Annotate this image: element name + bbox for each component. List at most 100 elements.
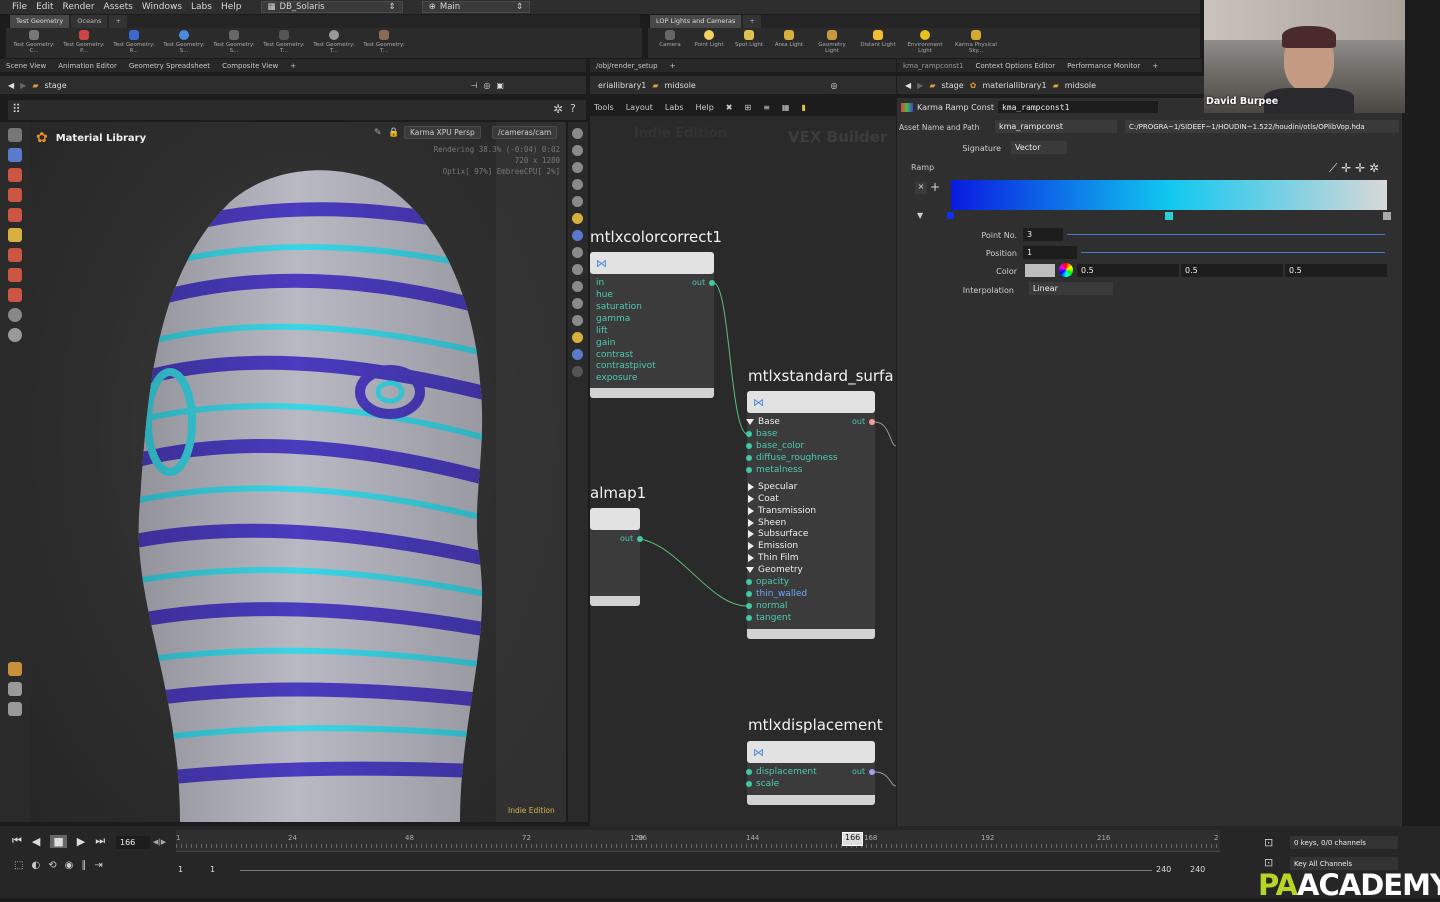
- add-tab-icon[interactable]: +: [743, 15, 761, 28]
- shelf-tool-distant-light[interactable]: Distant Light: [858, 28, 898, 58]
- shelf-tool-sky[interactable]: Karma Physical Sky...: [952, 28, 1000, 58]
- node-header[interactable]: ⋈: [747, 741, 875, 763]
- path-stage[interactable]: stage: [44, 81, 464, 90]
- tree-icon[interactable]: ⊞: [744, 103, 751, 112]
- tab-animation-editor[interactable]: Animation Editor: [58, 62, 117, 70]
- shelf-tool-env-light[interactable]: Environment Light: [904, 28, 946, 58]
- play-icon[interactable]: ▶: [77, 835, 85, 848]
- camera-tool-icon[interactable]: [8, 328, 22, 342]
- lock-icon[interactable]: 🔒: [388, 128, 399, 138]
- sticky-icon[interactable]: ▮: [801, 103, 805, 112]
- remove-point-icon[interactable]: ×: [915, 182, 927, 194]
- node-header[interactable]: [590, 508, 640, 530]
- skip-start-icon[interactable]: ⏮: [12, 834, 22, 848]
- color-swatch[interactable]: [1025, 264, 1055, 277]
- step-back-icon[interactable]: ◀: [32, 835, 40, 848]
- ramp-edit-icons[interactable]: ⟋ ✛ ✛ ✲: [1329, 161, 1379, 176]
- asset-name-select[interactable]: kma_rampconst: [995, 120, 1117, 133]
- path-midsole[interactable]: midsole: [1065, 81, 1096, 90]
- port-hue[interactable]: hue: [596, 290, 613, 300]
- color-b-field[interactable]: 0.5: [1285, 264, 1387, 277]
- realtime-icon[interactable]: ◉: [65, 860, 74, 871]
- camera-lock-icon[interactable]: [572, 230, 583, 241]
- node-title-displacement[interactable]: mtlxdisplacement: [748, 716, 883, 734]
- port-gamma[interactable]: gamma: [596, 314, 630, 324]
- path-matlib[interactable]: materiallibrary1: [982, 81, 1046, 90]
- timeline-ruler[interactable]: 1 24 48 72 96 120 144 168 192 216 2 166: [176, 830, 1220, 852]
- light-toggle-icon[interactable]: [572, 179, 583, 190]
- tab-network[interactable]: /obj/render_setup: [596, 62, 658, 70]
- cursor-icon[interactable]: ⬚: [14, 860, 23, 871]
- point-no-slider[interactable]: [1067, 234, 1385, 235]
- tab-scene-view[interactable]: Scene View: [6, 62, 46, 70]
- position-slider[interactable]: [1081, 252, 1385, 253]
- rotate-icon[interactable]: [8, 188, 22, 202]
- section-subsurface[interactable]: Subsurface: [748, 529, 808, 539]
- path-matlib[interactable]: eriallibrary1: [598, 81, 646, 90]
- color-icon[interactable]: [572, 332, 583, 343]
- add-point-icon[interactable]: +: [930, 180, 940, 194]
- shelf-tool-area-light[interactable]: Area Light: [772, 28, 806, 58]
- menu-layout[interactable]: Layout: [626, 103, 653, 112]
- layout-icon[interactable]: ▣: [496, 81, 504, 90]
- tab-context-options[interactable]: Context Options Editor: [976, 62, 1056, 70]
- ramp-key-3[interactable]: [1383, 212, 1391, 220]
- add-tab-icon[interactable]: +: [670, 62, 676, 70]
- add-tab-icon[interactable]: +: [1152, 62, 1158, 70]
- network-editor[interactable]: Indie Edition VEX Builder mtlxcolorcorre…: [590, 116, 896, 826]
- shelf-tool[interactable]: Test Geometry: C...: [12, 28, 56, 58]
- flip-icon[interactable]: [572, 298, 583, 309]
- shelf-tool[interactable]: Test Geometry: T...: [262, 28, 306, 58]
- shelf-tool[interactable]: Test Geometry: S...: [162, 28, 206, 58]
- menu-assets[interactable]: Assets: [104, 2, 133, 12]
- node-header[interactable]: ⋈: [747, 391, 875, 413]
- section-sheen[interactable]: Sheen: [748, 518, 786, 528]
- signature-select[interactable]: Vector: [1011, 141, 1067, 154]
- snapshot-icon[interactable]: [572, 281, 583, 292]
- snap-icon[interactable]: [8, 248, 22, 262]
- play-end[interactable]: 240: [1156, 865, 1171, 874]
- shading-icon[interactable]: [572, 196, 583, 207]
- menu-tools[interactable]: Tools: [594, 103, 614, 112]
- render-region-icon[interactable]: [572, 264, 583, 275]
- grid-icon[interactable]: ⠿: [12, 102, 21, 116]
- wrench-icon[interactable]: ✖: [726, 103, 733, 112]
- shelf-tool-geometry-light[interactable]: Geometry Light: [812, 28, 852, 58]
- shelf-tool[interactable]: Test Geometry: T...: [312, 28, 356, 58]
- port-contrast[interactable]: contrast: [596, 350, 633, 360]
- render-icon[interactable]: [8, 682, 22, 696]
- back-arrow-icon[interactable]: ◀: [8, 81, 14, 90]
- stop-icon[interactable]: ■: [50, 834, 67, 848]
- asset-path-select[interactable]: C:/PROGRA~1/SIDEEF~1/HOUDIN~1.522/houdin…: [1125, 120, 1399, 133]
- scene-viewport[interactable]: ✿ Material Library ✎ 🔒 Karma XPU Persp /…: [30, 122, 566, 822]
- port-exposure[interactable]: exposure: [596, 373, 637, 383]
- visibility-icon[interactable]: [572, 145, 583, 156]
- port-lift[interactable]: lift: [596, 326, 608, 336]
- key-icon[interactable]: ⊡: [1264, 836, 1273, 849]
- shelf-tool[interactable]: Test Geometry: S...: [212, 28, 256, 58]
- section-coat[interactable]: Coat: [748, 494, 779, 504]
- port-contrastpivot[interactable]: contrastpivot: [596, 361, 656, 371]
- shelf-tab-test-geometry[interactable]: Test Geometry: [10, 15, 70, 28]
- port-thin-walled[interactable]: thin_walled: [746, 589, 807, 599]
- select-icon[interactable]: [8, 128, 22, 142]
- play-start[interactable]: 1: [210, 865, 215, 874]
- section-geometry[interactable]: Geometry: [746, 565, 803, 575]
- ramp-key-2[interactable]: [1165, 212, 1173, 220]
- loop-icon[interactable]: ⟲: [48, 860, 56, 871]
- color-r-field[interactable]: 0.5: [1077, 264, 1179, 277]
- menu-labs[interactable]: Labs: [191, 2, 212, 12]
- port-gain[interactable]: gain: [596, 338, 615, 348]
- global-start[interactable]: 1: [178, 865, 183, 874]
- port-base[interactable]: base: [746, 429, 777, 439]
- port-saturation[interactable]: saturation: [596, 302, 642, 312]
- port-out[interactable]: out: [692, 278, 716, 287]
- view-icon[interactable]: [8, 308, 22, 322]
- color-g-field[interactable]: 0.5: [1181, 264, 1283, 277]
- tab-performance-monitor[interactable]: Performance Monitor: [1067, 62, 1140, 70]
- menu-render[interactable]: Render: [63, 2, 95, 12]
- menu-windows[interactable]: Windows: [142, 2, 182, 12]
- point-no-field[interactable]: 3: [1023, 228, 1063, 241]
- port-out[interactable]: out: [852, 767, 876, 776]
- global-end[interactable]: 240: [1190, 865, 1205, 874]
